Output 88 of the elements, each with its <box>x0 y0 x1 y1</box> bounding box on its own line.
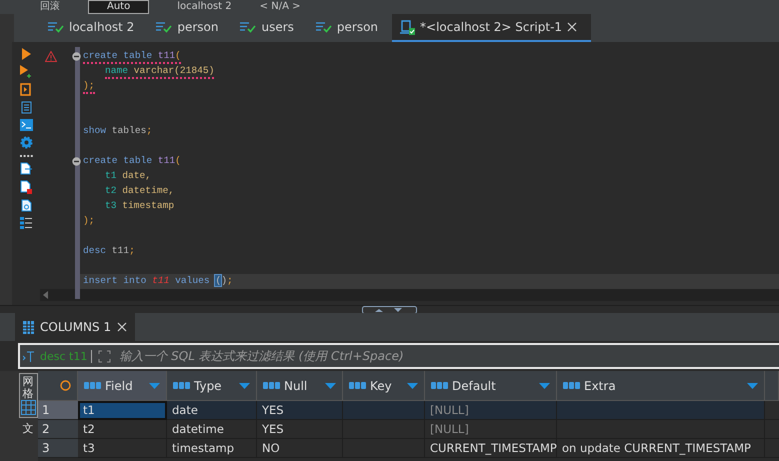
toolbar-label[interactable]: localhost 2 <box>177 1 232 13</box>
code-line: desc t11; <box>83 244 135 258</box>
list-check-icon <box>156 22 172 32</box>
side-tab[interactable]: 网格 <box>18 373 38 418</box>
code-line: t1 date, <box>105 170 152 182</box>
horizontal-scrollbar[interactable] <box>40 289 779 301</box>
code-line: ); <box>83 214 95 228</box>
row-number[interactable]: 1 <box>38 401 78 420</box>
side-tab[interactable]: 文 <box>18 420 38 438</box>
column-header[interactable]: Field <box>78 371 167 401</box>
column-header[interactable]: Default <box>425 371 557 401</box>
dropdown-caret-icon <box>747 382 758 388</box>
text-type-icon <box>84 382 101 389</box>
file-error-icon <box>20 180 32 194</box>
table-cell: [NULL] <box>425 420 557 439</box>
table-cell: datetime <box>167 420 257 439</box>
text-type-icon <box>563 382 580 389</box>
editor-tab[interactable]: person <box>148 14 232 42</box>
list-icon <box>20 217 32 229</box>
list-check-icon <box>240 22 256 32</box>
text-cursor-icon <box>23 350 34 362</box>
warning-icon <box>45 51 57 62</box>
editor-tab[interactable]: localhost 2 <box>40 14 148 42</box>
toolbar-label[interactable]: < N/A > <box>260 1 300 13</box>
document-icon <box>20 101 32 114</box>
table-cell: YES <box>257 420 343 439</box>
editor-tab[interactable]: users <box>232 14 308 42</box>
play-plus-icon <box>20 65 32 78</box>
column-header[interactable]: Type <box>167 371 257 401</box>
file-icon <box>20 199 32 212</box>
close-icon <box>567 22 578 32</box>
close-icon <box>117 322 128 332</box>
file-export-icon <box>20 162 32 175</box>
list-check-icon <box>316 22 332 32</box>
script-run-icon <box>20 83 32 96</box>
table-cell: t2 <box>78 420 167 439</box>
table-cell: YES <box>257 401 343 420</box>
circle-icon <box>60 380 71 391</box>
dropdown-caret-icon <box>325 382 336 388</box>
query-label: desc t11 <box>40 350 92 362</box>
code-line: ); <box>83 80 95 94</box>
fold-icon[interactable] <box>72 157 81 166</box>
list-check-icon <box>48 22 64 32</box>
dropdown-caret-icon <box>407 382 418 388</box>
results-tab[interactable]: COLUMNS 1 <box>15 313 136 341</box>
table-icon <box>23 320 34 334</box>
column-header[interactable]: Null <box>257 371 343 401</box>
fold-icon[interactable] <box>72 52 81 61</box>
code-line: create table t11( <box>83 154 181 168</box>
code-line: t2 datetime, <box>105 184 174 198</box>
table-cell: date <box>167 401 257 420</box>
terminal-icon <box>20 119 32 131</box>
text-type-icon <box>431 382 448 389</box>
toolbar-label[interactable]: 回滚 <box>40 1 60 13</box>
text-type-icon <box>263 382 280 389</box>
editor-tab[interactable]: *<localhost 2> Script-1 <box>392 14 592 42</box>
expand-icon <box>98 350 112 362</box>
text-type-icon <box>173 382 190 389</box>
dropdown-caret-icon <box>149 382 160 388</box>
editor-tab[interactable]: person <box>308 14 392 42</box>
table-cell: CURRENT_TIMESTAMP <box>425 439 557 458</box>
splitter-handle[interactable] <box>362 306 417 314</box>
table-cell: t3 <box>78 439 167 458</box>
table-cell: on update CURRENT_TIMESTAMP <box>557 439 765 458</box>
code-line: t3 timestamp <box>105 200 174 212</box>
table-cell: t1 <box>78 401 167 420</box>
code-line: create table t11( <box>83 50 181 64</box>
dropdown-caret-icon <box>539 382 550 388</box>
settings-icon <box>20 136 32 149</box>
dropdown-caret-icon <box>239 382 250 388</box>
text-type-icon <box>349 382 366 389</box>
script-icon <box>400 20 416 34</box>
row-number[interactable]: 3 <box>38 439 78 458</box>
column-header[interactable]: Key <box>343 371 425 401</box>
table-cell: NO <box>257 439 343 458</box>
row-number[interactable]: 2 <box>38 420 78 439</box>
table-cell: timestamp <box>167 439 257 458</box>
play-icon <box>22 48 30 60</box>
scroll-left-icon <box>43 291 48 299</box>
table-cell: [NULL] <box>425 401 557 420</box>
code-line: show tables; <box>83 124 152 138</box>
column-header[interactable]: Extra <box>557 371 765 401</box>
commit-mode-field[interactable]: Auto <box>88 0 150 14</box>
code-line: insert into t11 values (); <box>83 274 233 288</box>
filter-input[interactable]: 输入一个 SQL 表达式来过滤结果 (使用 Ctrl+Space) <box>117 348 779 364</box>
dots-icon <box>20 154 32 157</box>
grid-icon <box>20 400 36 416</box>
code-line: name varchar(21845) <box>105 64 214 78</box>
